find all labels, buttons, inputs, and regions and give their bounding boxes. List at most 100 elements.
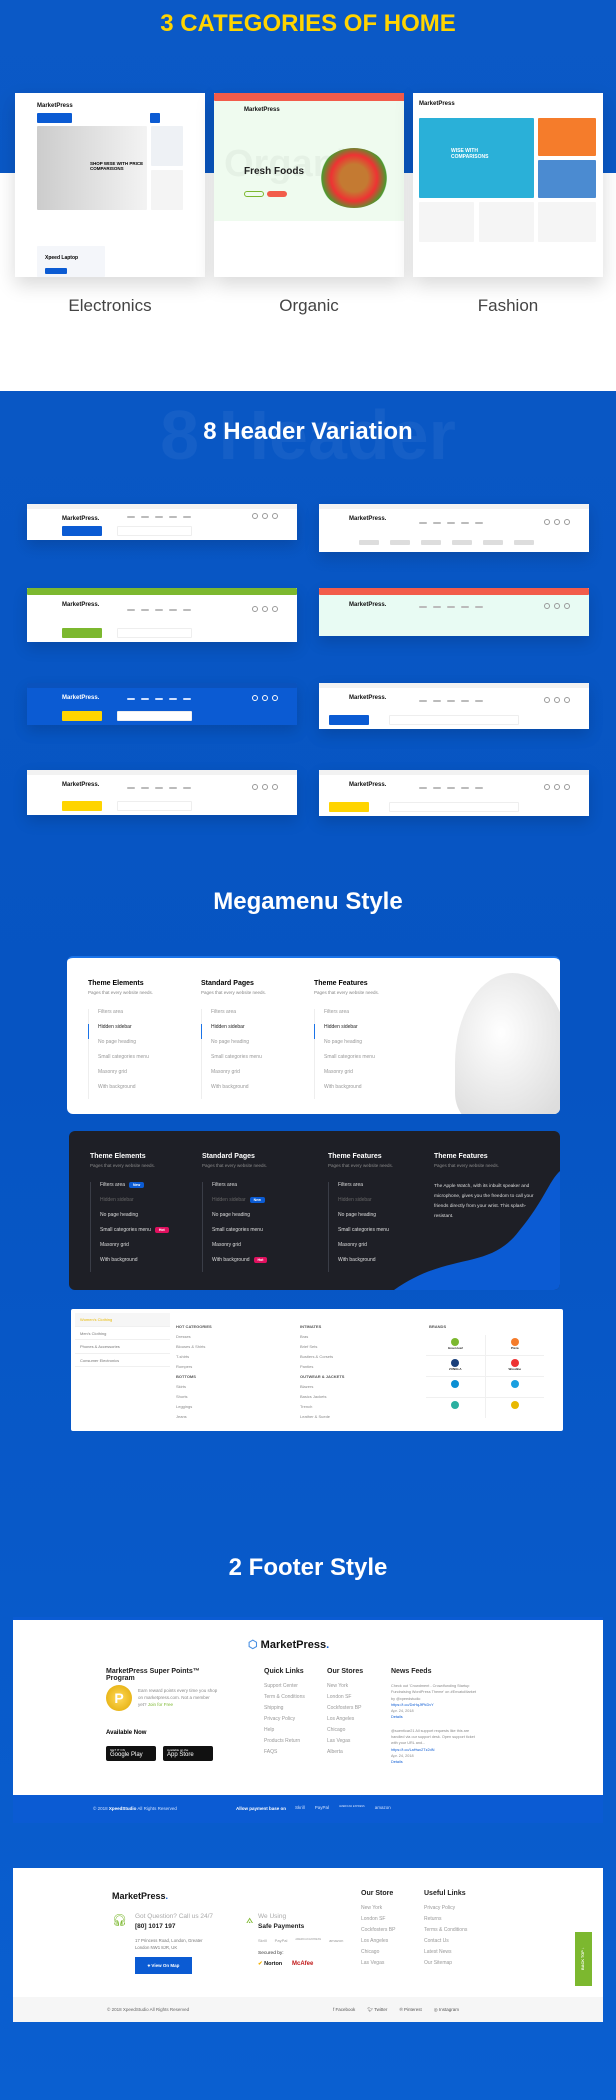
nav-item[interactable]	[433, 606, 441, 608]
footer-link[interactable]: Chicago	[327, 1727, 363, 1738]
menu-item[interactable]: Filters area	[324, 1009, 379, 1024]
menu-item[interactable]: Leggings	[176, 1404, 212, 1414]
header-icon[interactable]	[544, 784, 550, 790]
header-variant[interactable]: MarketPress.	[319, 588, 589, 636]
footer-link[interactable]: Alberta	[327, 1749, 363, 1760]
nav-item[interactable]	[433, 700, 441, 702]
nav-item[interactable]	[475, 522, 483, 524]
nav-item[interactable]	[127, 786, 135, 789]
header-icon[interactable]	[544, 697, 550, 703]
header-variant[interactable]: MarketPress.	[319, 504, 589, 552]
nav-item[interactable]	[419, 787, 427, 789]
menu-item[interactable]: Masonry grid	[324, 1069, 379, 1084]
nav-item[interactable]	[475, 606, 483, 608]
nav-item[interactable]	[127, 698, 135, 700]
header-icon[interactable]	[554, 519, 560, 525]
footer-link[interactable]: Cockfosters BP	[361, 1927, 395, 1938]
menu-item[interactable]: Blouses & Shirts	[176, 1344, 212, 1354]
nav-item[interactable]	[447, 700, 455, 702]
search-input[interactable]	[117, 526, 192, 536]
header-variant[interactable]: MarketPress.	[319, 770, 589, 816]
menu-item[interactable]: Blazers	[300, 1384, 344, 1394]
menu-item[interactable]: Bustiers & Corsets	[300, 1354, 344, 1364]
header-variant[interactable]: MarketPress.	[27, 770, 297, 815]
header-icon[interactable]	[272, 783, 278, 790]
footer-link[interactable]: Privacy Policy	[424, 1905, 467, 1916]
footer-link[interactable]: Los Angeles	[327, 1716, 363, 1727]
footer-link[interactable]: Help	[264, 1727, 305, 1738]
header-icon[interactable]	[262, 513, 268, 519]
footer-link[interactable]: New York	[327, 1683, 363, 1694]
menu-item[interactable]: Small categories menu	[211, 1054, 266, 1069]
header-icon[interactable]	[564, 784, 570, 790]
menu-item[interactable]: Filters area	[211, 1009, 266, 1024]
brand-logo[interactable]: Green leaf	[426, 1335, 485, 1355]
menu-item[interactable]: Leather & Suede	[300, 1414, 344, 1424]
nav-item[interactable]	[141, 609, 149, 611]
header-icon[interactable]	[544, 519, 550, 525]
menu-item[interactable]: Brief Sets	[300, 1344, 344, 1354]
nav-item[interactable]	[155, 698, 163, 700]
nav-item[interactable]	[169, 609, 177, 611]
nav-item[interactable]	[447, 606, 455, 608]
menu-item[interactable]: Masonry grid	[98, 1069, 153, 1084]
categories-button[interactable]	[62, 801, 102, 811]
menu-item[interactable]: Trench	[300, 1404, 344, 1414]
menu-item[interactable]: Bras	[300, 1334, 344, 1344]
nav-item[interactable]	[419, 700, 427, 702]
nav-item[interactable]	[419, 606, 427, 608]
header-icon[interactable]	[554, 603, 560, 609]
nav-item[interactable]	[433, 787, 441, 789]
menu-item[interactable]: Masonry grid	[211, 1069, 266, 1084]
menu-item[interactable]: With background	[324, 1084, 379, 1099]
brand-logo[interactable]	[485, 1377, 544, 1397]
thumb-electronics[interactable]: MarketPress SHOP WISE WITH PRICE COMPARI…	[15, 93, 205, 277]
nav-item[interactable]	[169, 516, 177, 518]
nav-item[interactable]	[169, 786, 177, 789]
nav-item[interactable]	[433, 522, 441, 524]
footer-link[interactable]: Our Sitemap	[424, 1960, 467, 1971]
nav-item[interactable]	[183, 698, 191, 700]
nav-item[interactable]	[169, 698, 177, 700]
menu-item[interactable]: Hidden sidebar	[201, 1024, 266, 1039]
categories-button[interactable]	[329, 802, 369, 812]
brand-logo[interactable]	[426, 1398, 485, 1418]
menu-item[interactable]: No page heading	[324, 1039, 379, 1054]
nav-item[interactable]	[461, 522, 469, 524]
footer-link[interactable]: Contact Us	[424, 1938, 467, 1949]
brand-logo[interactable]	[485, 1398, 544, 1418]
footer-link[interactable]: Chicago	[361, 1949, 395, 1960]
side-category[interactable]: Men's Clothing	[75, 1327, 170, 1340]
social-link-pinterest[interactable]: ℗ Pinterest	[399, 2007, 421, 2013]
footer-link[interactable]: Las Vegas	[327, 1738, 363, 1749]
footer-link[interactable]: Las Vegas	[361, 1960, 395, 1971]
menu-item[interactable]: Hidden sidebar	[314, 1024, 379, 1039]
categories-button[interactable]	[62, 711, 102, 721]
details-link[interactable]: Details	[391, 1759, 481, 1765]
menu-item[interactable]: With background	[98, 1084, 153, 1099]
footer-link[interactable]: New York	[361, 1905, 395, 1916]
category-icon-link[interactable]	[421, 540, 441, 545]
join-link[interactable]: Join for Free	[148, 1702, 173, 1707]
view-on-map-button[interactable]: ⌖ View On Map	[135, 1957, 192, 1974]
header-icon[interactable]	[252, 783, 258, 790]
nav-item[interactable]	[183, 609, 191, 611]
nav-item[interactable]	[461, 700, 469, 702]
nav-item[interactable]	[183, 516, 191, 518]
back-top-button[interactable]: BACK TOP ↓	[575, 1932, 592, 1986]
header-variant[interactable]: MarketPress.	[27, 588, 297, 642]
menu-item[interactable]: Jeans	[176, 1414, 212, 1424]
menu-item[interactable]: Panties	[300, 1364, 344, 1374]
search-input[interactable]	[117, 801, 192, 811]
category-icon-link[interactable]	[390, 540, 410, 545]
header-variant[interactable]: MarketPress.	[27, 683, 297, 725]
side-category[interactable]: Phones & Accessories	[75, 1340, 170, 1354]
footer-link[interactable]: Products Return	[264, 1738, 305, 1749]
search-input[interactable]	[117, 628, 192, 638]
menu-item[interactable]: Rompers	[176, 1364, 212, 1374]
category-icon-link[interactable]	[452, 540, 472, 545]
social-link-twitter[interactable]: 🐦︎ Twitter	[367, 2007, 387, 2013]
nav-item[interactable]	[183, 786, 191, 789]
nav-item[interactable]	[127, 516, 135, 518]
header-variant[interactable]: MarketPress.	[27, 504, 297, 540]
